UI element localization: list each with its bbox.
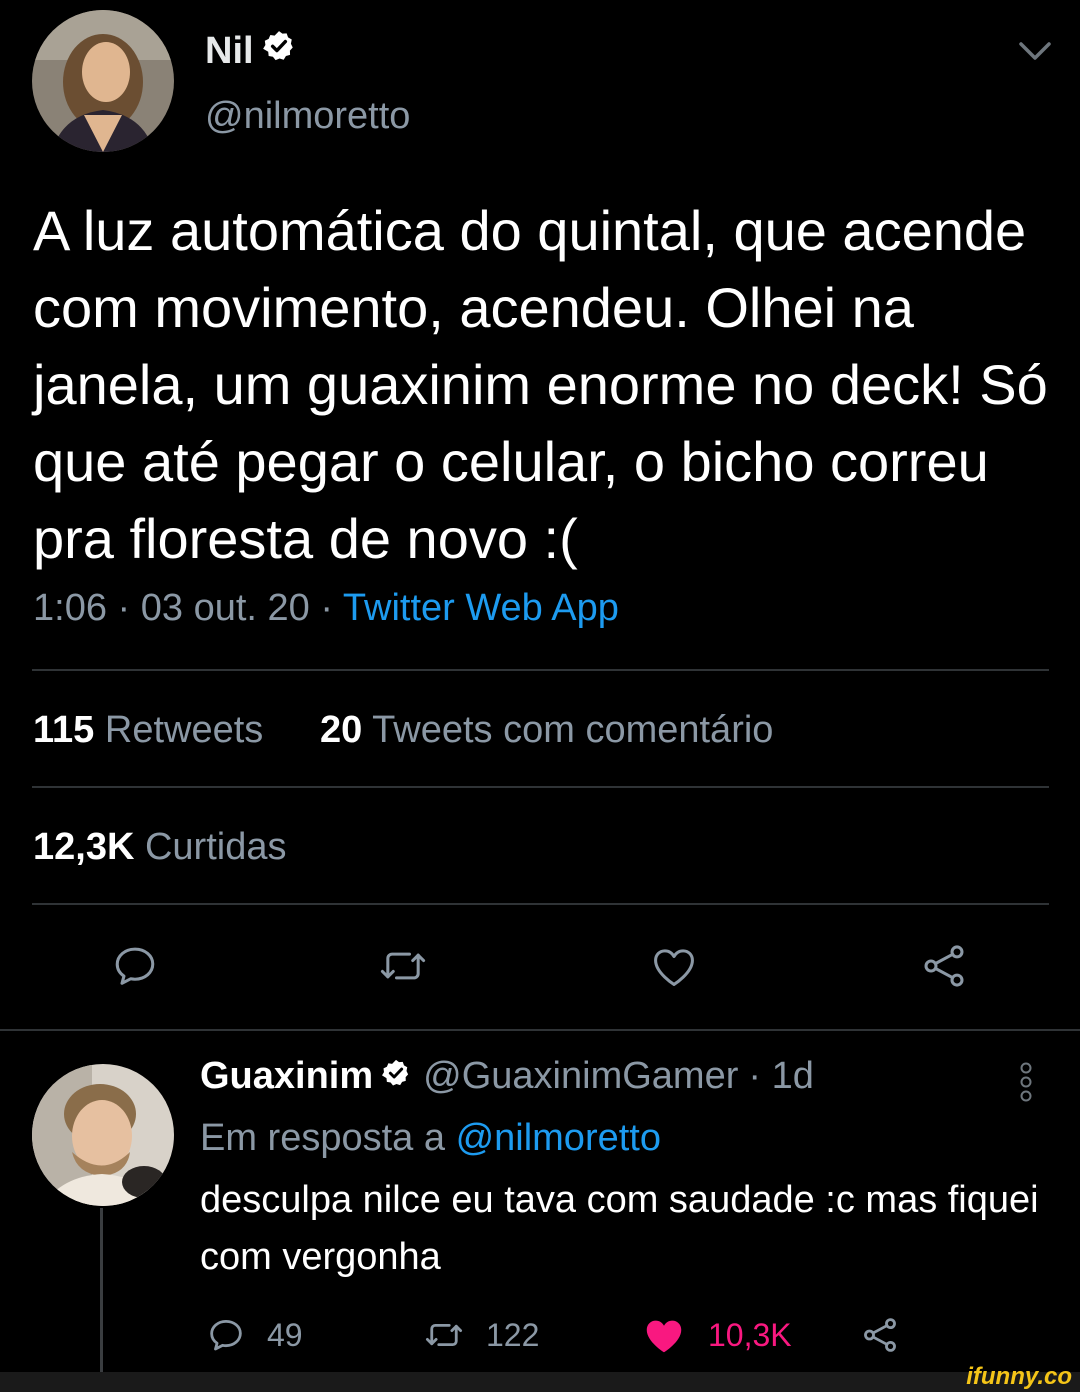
author-name-text[interactable]: Nil — [205, 30, 254, 73]
tweet-text: A luz automática do quintal, que acende … — [33, 199, 1048, 570]
reply-text: desculpa nilce eu tava com saudade :c ma… — [200, 1179, 1039, 1278]
reply-share-action[interactable] — [858, 1314, 902, 1356]
reply-to-label: Em resposta a — [200, 1117, 445, 1159]
divider — [0, 1029, 1080, 1031]
author-name[interactable]: Nil — [205, 26, 296, 76]
verified-badge-icon — [262, 29, 296, 73]
like-icon[interactable] — [648, 940, 700, 992]
retweet-icon — [425, 1323, 463, 1347]
quote-label: Tweets com comentário — [372, 709, 774, 751]
reply-author-avatar[interactable] — [32, 1064, 174, 1206]
reply-icon[interactable] — [109, 940, 161, 992]
share-icon[interactable] — [918, 940, 970, 992]
likes-label: Curtidas — [144, 826, 287, 868]
watermark: ifunny.co — [966, 1363, 1072, 1390]
reply-to-mention[interactable]: @nilmoretto — [456, 1117, 661, 1159]
retweets-label: Retweets — [104, 709, 264, 751]
quote-count: 20 — [320, 709, 363, 751]
tweet-date[interactable]: 03 out. 20 — [141, 587, 310, 629]
retweet-icon[interactable] — [377, 940, 429, 992]
reply-author-name[interactable]: Guaxinim — [200, 1055, 373, 1098]
more-icon[interactable] — [1016, 1060, 1036, 1104]
reply-count: 49 — [267, 1316, 303, 1353]
likes-count: 12,3K — [33, 826, 135, 868]
tweet-meta: 1:06 · 03 out. 20 · Twitter Web App — [33, 587, 619, 630]
reply-retweet-action[interactable]: 122 — [422, 1314, 539, 1356]
footer-bar — [0, 1372, 1080, 1392]
divider — [32, 903, 1049, 905]
reply-reply-action[interactable]: 49 — [205, 1314, 303, 1356]
retweets-count: 115 — [33, 709, 95, 751]
tweet-source-link[interactable]: Twitter Web App — [343, 587, 619, 629]
meta-separator: · — [117, 587, 131, 629]
reply-author-handle[interactable]: @GuaxinimGamer — [423, 1055, 738, 1098]
author-avatar[interactable] — [32, 10, 174, 152]
reply-to-line: Em resposta a @nilmoretto — [200, 1117, 661, 1160]
reply-header: Guaxinim @GuaxinimGamer · 1d — [200, 1055, 814, 1098]
quote-tweets-stat[interactable]: 20 Tweets com comentário — [320, 709, 773, 752]
divider — [32, 669, 1049, 671]
verified-badge-icon — [381, 1055, 411, 1098]
reply-icon — [210, 1319, 242, 1351]
chevron-down-icon[interactable] — [1015, 38, 1055, 64]
retweets-stat[interactable]: 115 Retweets — [33, 709, 263, 752]
divider — [32, 786, 1049, 788]
meta-separator: · — [320, 587, 334, 629]
reply-like-action[interactable]: 10,3K — [640, 1312, 792, 1358]
thread-line — [100, 1208, 103, 1372]
author-handle[interactable]: @nilmoretto — [205, 95, 410, 138]
retweet-count: 122 — [486, 1316, 540, 1353]
like-count: 10,3K — [708, 1316, 792, 1353]
share-icon — [864, 1318, 896, 1352]
like-icon-filled — [646, 1320, 682, 1353]
reply-age: · 1d — [748, 1055, 814, 1097]
tweet-time[interactable]: 1:06 — [33, 587, 107, 629]
likes-stat[interactable]: 12,3K Curtidas — [33, 826, 286, 869]
